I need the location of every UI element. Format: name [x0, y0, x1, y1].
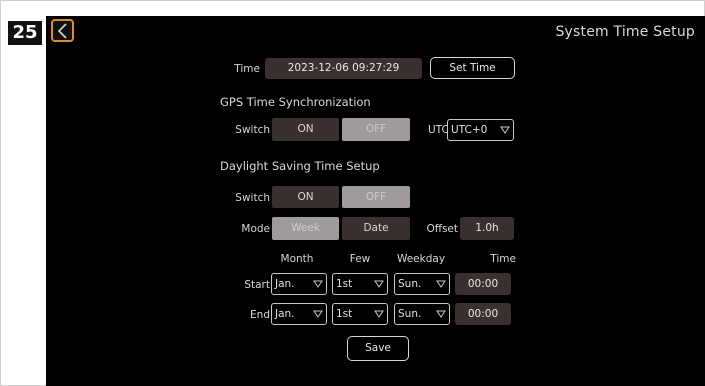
offset-value-field[interactable]: 1.0h	[460, 217, 514, 240]
gps-switch-label: Switch	[235, 124, 270, 136]
end-weekday-value: Sun.	[398, 308, 422, 320]
column-header-time: Time	[490, 253, 516, 265]
column-header-month: Month	[280, 253, 314, 265]
start-month-value: Jan.	[275, 278, 295, 290]
start-weekday-select[interactable]: Sun.	[394, 273, 450, 295]
dst-mode-label: Mode	[241, 223, 270, 235]
time-value-field[interactable]: 2023-12-06 09:27:29	[265, 58, 422, 79]
triangle-down-icon	[313, 280, 323, 288]
triangle-down-icon	[374, 310, 384, 318]
triangle-down-icon	[313, 310, 323, 318]
dst-switch-on-button[interactable]: ON	[272, 186, 339, 208]
column-header-weekday: Weekday	[396, 253, 446, 265]
triangle-down-icon	[436, 280, 446, 288]
start-weekday-value: Sun.	[398, 278, 422, 290]
end-weekday-select[interactable]: Sun.	[394, 303, 450, 325]
dst-switch-label: Switch	[235, 192, 270, 204]
start-time-field[interactable]: 00:00	[455, 273, 511, 295]
mode-week-button[interactable]: Week	[272, 217, 339, 240]
device-screen: System Time Setup Time 2023-12-06 09:27:…	[46, 16, 705, 386]
mode-date-button[interactable]: Date	[342, 217, 410, 240]
save-button[interactable]: Save	[347, 336, 409, 361]
triangle-down-icon	[374, 280, 384, 288]
gps-switch-off-button[interactable]: OFF	[342, 118, 410, 141]
end-row-label: End	[250, 309, 270, 321]
dst-section-heading: Daylight Saving Time Setup	[220, 159, 380, 173]
triangle-down-icon	[500, 126, 510, 134]
gps-section-heading: GPS Time Synchronization	[220, 95, 371, 109]
end-month-value: Jan.	[275, 308, 295, 320]
set-time-button[interactable]: Set Time	[430, 57, 515, 79]
dst-switch-off-button[interactable]: OFF	[342, 186, 410, 208]
column-header-few: Few	[349, 253, 371, 265]
start-few-value: 1st	[336, 278, 353, 290]
end-few-value: 1st	[336, 308, 353, 320]
gps-switch-on-button[interactable]: ON	[272, 118, 339, 141]
start-row-label: Start	[244, 279, 270, 291]
chevron-left-icon	[57, 23, 67, 39]
end-month-select[interactable]: Jan.	[271, 303, 327, 325]
time-label: Time	[234, 63, 260, 75]
start-month-select[interactable]: Jan.	[271, 273, 327, 295]
start-few-select[interactable]: 1st	[332, 273, 388, 295]
triangle-down-icon	[436, 310, 446, 318]
end-few-select[interactable]: 1st	[332, 303, 388, 325]
end-time-field[interactable]: 00:00	[455, 303, 511, 325]
step-number-badge: 25	[8, 21, 42, 45]
back-button[interactable]	[51, 19, 74, 42]
page-title: System Time Setup	[555, 24, 695, 40]
offset-label: Offset	[426, 223, 458, 235]
utc-select[interactable]: UTC+0	[447, 119, 514, 141]
utc-select-value: UTC+0	[451, 124, 488, 136]
utc-label: UTC	[428, 124, 449, 136]
